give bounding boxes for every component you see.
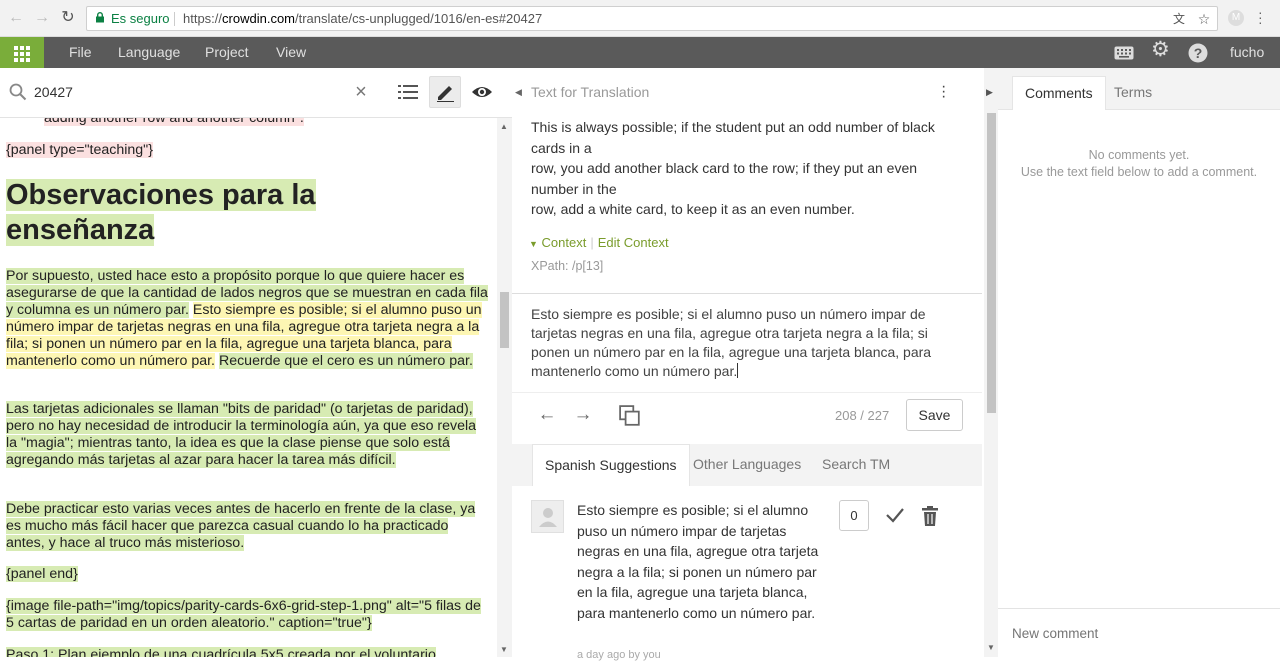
translation-input[interactable]: Esto siempre es posible; si el alumno pu… — [531, 305, 951, 381]
document-line[interactable]: Paso 1: Plan ejemplo de una cuadrícula 5… — [6, 647, 490, 657]
browser-menu-icon[interactable]: · · · — [1258, 5, 1264, 29]
list-view-button[interactable] — [392, 76, 424, 108]
xpath-label: XPath: /p[13] — [531, 259, 604, 273]
secure-label: Es seguro — [111, 11, 170, 26]
preview-mode-button[interactable] — [466, 76, 498, 108]
translate-icon[interactable]: 文 — [1171, 11, 1187, 27]
pencil-icon — [437, 86, 454, 103]
trash-icon[interactable] — [921, 506, 939, 526]
previous-string-icon[interactable]: ← — [536, 404, 558, 426]
document-paragraph[interactable]: Debe practicar esto varias veces antes d… — [6, 501, 490, 552]
character-counter: 208 / 227 — [835, 408, 890, 423]
document-preview: adding another row and another column". … — [0, 118, 497, 657]
app-toolbar: File Language Project View ⚙ ? fucho — [0, 37, 1280, 68]
tab-terms[interactable]: Terms — [1102, 76, 1164, 110]
extension-icon[interactable]: M — [1228, 10, 1244, 26]
empty-comments-message: No comments yet. Use the text field belo… — [1020, 148, 1258, 179]
source-text: This is always possible; if the student … — [531, 119, 935, 218]
menu-file[interactable]: File — [69, 44, 92, 60]
edit-mode-button[interactable] — [429, 76, 461, 108]
eye-icon — [472, 87, 492, 97]
reload-icon[interactable]: ↻ — [60, 10, 76, 26]
edit-context-link[interactable]: Edit Context — [598, 235, 669, 250]
gear-icon[interactable]: ⚙ — [1151, 39, 1170, 60]
new-comment-box — [998, 608, 1280, 657]
address-bar[interactable]: Es seguro https://crowdin.com/translate/… — [86, 6, 1218, 31]
user-menu[interactable]: fucho — [1230, 44, 1264, 60]
scroll-up-icon[interactable]: ▲ — [500, 122, 508, 131]
omnibox-divider — [174, 12, 175, 26]
menu-language[interactable]: Language — [118, 44, 180, 60]
more-options-icon[interactable]: · · · — [941, 79, 951, 105]
forward-arrow-icon[interactable]: → — [34, 10, 50, 26]
comments-tabs: Comments Terms — [998, 68, 1280, 110]
context-divider: | — [590, 235, 594, 250]
tab-comments[interactable]: Comments — [1012, 76, 1106, 110]
avatar — [531, 500, 564, 533]
next-string-icon[interactable]: → — [572, 404, 594, 426]
scroll-down-icon[interactable]: ▼ — [987, 643, 995, 652]
tab-spanish-suggestions[interactable]: Spanish Suggestions — [532, 444, 690, 486]
source-header: Text for Translation — [531, 84, 650, 100]
apps-grid-icon[interactable] — [0, 37, 44, 68]
user-icon — [539, 508, 557, 527]
document-paragraph[interactable]: Las tarjetas adicionales se llaman "bits… — [6, 401, 490, 469]
tab-other-languages[interactable]: Other Languages — [681, 444, 813, 486]
list-icon — [398, 85, 418, 99]
translation-panel: ◀ Text for Translation · · · This is alway… — [512, 68, 998, 661]
menu-view[interactable]: View — [276, 44, 306, 60]
context-link[interactable]: Context — [542, 235, 587, 250]
new-comment-input[interactable] — [1012, 623, 1262, 643]
document-line[interactable]: {image file-path="img/topics/parity-card… — [6, 598, 490, 632]
collapse-right-icon[interactable]: ▶ — [986, 87, 993, 98]
document-line[interactable]: adding another row and another column". — [44, 118, 497, 127]
scrollbar-thumb[interactable] — [500, 292, 509, 348]
translation-scrollbar[interactable]: ▼ — [984, 68, 998, 657]
scrollbar-thumb[interactable] — [987, 113, 996, 413]
back-arrow-icon[interactable]: ← — [8, 10, 24, 26]
vote-count: 0 — [839, 500, 869, 531]
save-button[interactable]: Save — [906, 399, 963, 431]
search-input[interactable] — [34, 81, 334, 103]
context-row: ▼ Context | Edit Context — [529, 235, 669, 250]
comments-list: No comments yet. Use the text field belo… — [998, 110, 1280, 608]
lock-icon — [96, 12, 104, 23]
help-icon[interactable]: ? — [1188, 43, 1208, 63]
clear-search-icon[interactable]: × — [352, 82, 370, 102]
comments-panel: Comments Terms No comments yet. Use the … — [998, 68, 1280, 657]
divider — [512, 293, 982, 294]
browser-toolbar: ← → ↻ Es seguro https://crowdin.com/tran… — [0, 0, 1280, 37]
scroll-down-icon[interactable]: ▼ — [500, 645, 508, 654]
divider — [512, 392, 982, 393]
menu-project[interactable]: Project — [205, 44, 249, 60]
text-cursor — [737, 363, 739, 378]
url-text[interactable]: https://crowdin.com/translate/cs-unplugg… — [183, 11, 542, 26]
document-line[interactable]: {panel end} — [6, 566, 490, 583]
suggestion-text[interactable]: Esto siempre es posible; si el alumno pu… — [577, 500, 822, 624]
caret-down-icon[interactable]: ▼ — [529, 239, 538, 249]
search-icon — [9, 83, 27, 101]
tab-search-tm[interactable]: Search TM — [810, 444, 902, 486]
string-search-bar: × — [0, 68, 512, 118]
document-panel: × adding another row and another column"… — [0, 68, 512, 657]
suggestions-tabs: Spanish Suggestions Other Languages Sear… — [512, 444, 982, 486]
document-line[interactable]: {panel type="teaching"} — [6, 142, 490, 159]
document-paragraph[interactable]: Por supuesto, usted hace esto a propósit… — [6, 268, 490, 370]
suggestion-meta: a day ago by you — [577, 649, 661, 661]
approve-check-icon[interactable] — [885, 505, 905, 525]
keyboard-icon[interactable] — [1114, 46, 1134, 60]
document-heading[interactable]: Observaciones para la enseñanza — [6, 178, 386, 248]
document-scrollbar[interactable]: ▲ ▼ — [497, 118, 512, 657]
collapse-left-icon[interactable]: ◀ — [515, 87, 522, 98]
star-icon[interactable]: ☆ — [1196, 11, 1212, 27]
copy-source-icon[interactable] — [619, 405, 641, 427]
svg-text:?: ? — [1194, 45, 1203, 61]
